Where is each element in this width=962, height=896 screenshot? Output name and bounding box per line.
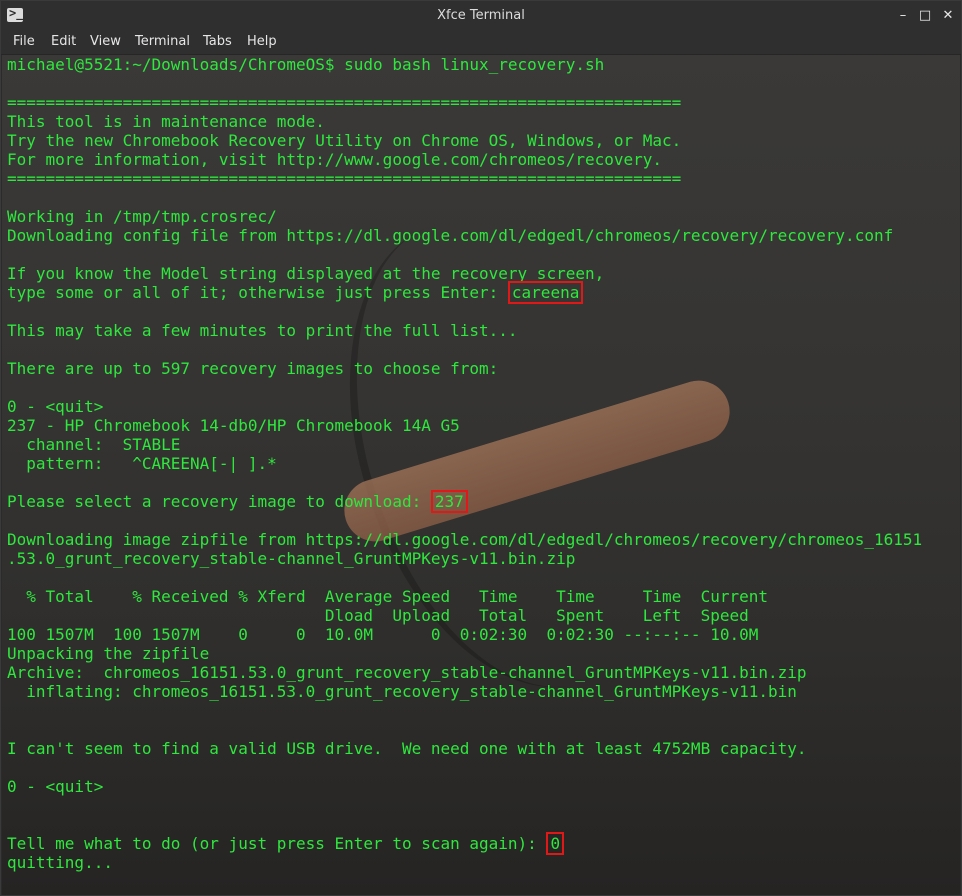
terminal-line-text: type some or all of it; otherwise just p…: [7, 283, 508, 302]
terminal-line-text: ========================================…: [7, 169, 682, 188]
terminal-line-text: 100 1507M 100 1507M 0 0 10.0M 0 0:02:30 …: [7, 625, 759, 644]
terminal-line: Dload Upload Total Spent Left Speed: [7, 606, 922, 625]
terminal-line: This may take a few minutes to print the…: [7, 321, 922, 340]
terminal-line: 0 - <quit>: [7, 777, 922, 796]
menu-bar: File Edit View Terminal Tabs Help: [1, 31, 961, 55]
window-title: Xfce Terminal: [437, 8, 525, 23]
user-input-action: 0: [546, 832, 565, 855]
terminal-line-text: 0 - <quit>: [7, 397, 104, 416]
terminal-line: If you know the Model string displayed a…: [7, 264, 922, 283]
terminal-line: This tool is in maintenance mode.: [7, 112, 922, 131]
terminal-line: channel: STABLE: [7, 435, 922, 454]
terminal-line-text: I can't seem to find a valid USB drive. …: [7, 739, 807, 758]
terminal-line-text: quitting...: [7, 853, 113, 872]
terminal-line-text: % Total % Received % Xferd Average Speed…: [7, 587, 768, 606]
menu-view[interactable]: View: [90, 34, 121, 49]
terminal-line: ========================================…: [7, 93, 922, 112]
user-input-image: 237: [430, 490, 468, 513]
terminal-line: For more information, visit http://www.g…: [7, 150, 922, 169]
menu-file[interactable]: File: [13, 34, 35, 49]
terminal-line: pattern: ^CAREENA[-| ].*: [7, 454, 922, 473]
terminal-line: Archive: chromeos_16151.53.0_grunt_recov…: [7, 663, 922, 682]
terminal-line-text: Downloading image zipfile from https://d…: [7, 530, 923, 549]
terminal-line: There are up to 597 recovery images to c…: [7, 359, 922, 378]
terminal-line: ========================================…: [7, 169, 922, 188]
terminal-line: michael@5521:~/Downloads/ChromeOS$ sudo …: [7, 55, 922, 74]
terminal-line-text: This tool is in maintenance mode.: [7, 112, 325, 131]
terminal-line: 0 - <quit>: [7, 397, 922, 416]
terminal-line-text: Working in /tmp/tmp.crosrec/: [7, 207, 277, 226]
title-bar[interactable]: >_ Xfce Terminal – □ ✕: [1, 1, 961, 31]
terminal-line-text: For more information, visit http://www.g…: [7, 150, 663, 169]
terminal-output[interactable]: michael@5521:~/Downloads/ChromeOS$ sudo …: [2, 55, 960, 895]
terminal-line-text: .53.0_grunt_recovery_stable-channel_Grun…: [7, 549, 576, 568]
close-button[interactable]: ✕: [938, 6, 958, 26]
terminal-line-text: This may take a few minutes to print the…: [7, 321, 518, 340]
terminal-line: inflating: chromeos_16151.53.0_grunt_rec…: [7, 682, 922, 701]
menu-tabs[interactable]: Tabs: [203, 34, 232, 49]
terminal-line: Downloading image zipfile from https://d…: [7, 530, 922, 549]
menu-help[interactable]: Help: [247, 34, 277, 49]
terminal-line: Downloading config file from https://dl.…: [7, 226, 922, 245]
terminal-line-text: michael@5521:~/Downloads/ChromeOS$ sudo …: [7, 55, 605, 74]
terminal-line: quitting...: [7, 853, 922, 872]
terminal-line: Unpacking the zipfile: [7, 644, 922, 663]
terminal-line-text: pattern: ^CAREENA[-| ].*: [7, 454, 277, 473]
terminal-line: 237 - HP Chromebook 14-db0/HP Chromebook…: [7, 416, 922, 435]
terminal-line-text: If you know the Model string displayed a…: [7, 264, 605, 283]
terminal-window: >_ Xfce Terminal – □ ✕ File Edit View Te…: [0, 0, 962, 896]
terminal-line-text: 0 - <quit>: [7, 777, 104, 796]
terminal-line-text: There are up to 597 recovery images to c…: [7, 359, 499, 378]
menu-terminal[interactable]: Terminal: [135, 34, 190, 49]
terminal-line-text: Unpacking the zipfile: [7, 644, 210, 663]
terminal-line-text: inflating: chromeos_16151.53.0_grunt_rec…: [7, 682, 797, 701]
minimize-button[interactable]: –: [893, 6, 913, 26]
terminal-line: Try the new Chromebook Recovery Utility …: [7, 131, 922, 150]
user-input-model: careena: [507, 281, 584, 304]
terminal-text: michael@5521:~/Downloads/ChromeOS$ sudo …: [7, 55, 922, 872]
terminal-line-text: Try the new Chromebook Recovery Utility …: [7, 131, 682, 150]
terminal-line-text: Tell me what to do (or just press Enter …: [7, 834, 547, 853]
terminal-line-text: Dload Upload Total Spent Left Speed: [7, 606, 749, 625]
terminal-line: % Total % Received % Xferd Average Speed…: [7, 587, 922, 606]
terminal-line-text: Please select a recovery image to downlo…: [7, 492, 431, 511]
terminal-line: .53.0_grunt_recovery_stable-channel_Grun…: [7, 549, 922, 568]
terminal-line: Tell me what to do (or just press Enter …: [7, 832, 922, 855]
terminal-line-text: channel: STABLE: [7, 435, 181, 454]
terminal-line: type some or all of it; otherwise just p…: [7, 281, 922, 304]
terminal-line: Please select a recovery image to downlo…: [7, 490, 922, 513]
terminal-line: I can't seem to find a valid USB drive. …: [7, 739, 922, 758]
terminal-line: 100 1507M 100 1507M 0 0 10.0M 0 0:02:30 …: [7, 625, 922, 644]
terminal-line-text: 237 - HP Chromebook 14-db0/HP Chromebook…: [7, 416, 460, 435]
terminal-line-text: Downloading config file from https://dl.…: [7, 226, 894, 245]
terminal-line-text: ========================================…: [7, 93, 682, 112]
menu-edit[interactable]: Edit: [51, 34, 76, 49]
terminal-line: Working in /tmp/tmp.crosrec/: [7, 207, 922, 226]
terminal-line-text: Archive: chromeos_16151.53.0_grunt_recov…: [7, 663, 807, 682]
maximize-button[interactable]: □: [915, 6, 935, 26]
